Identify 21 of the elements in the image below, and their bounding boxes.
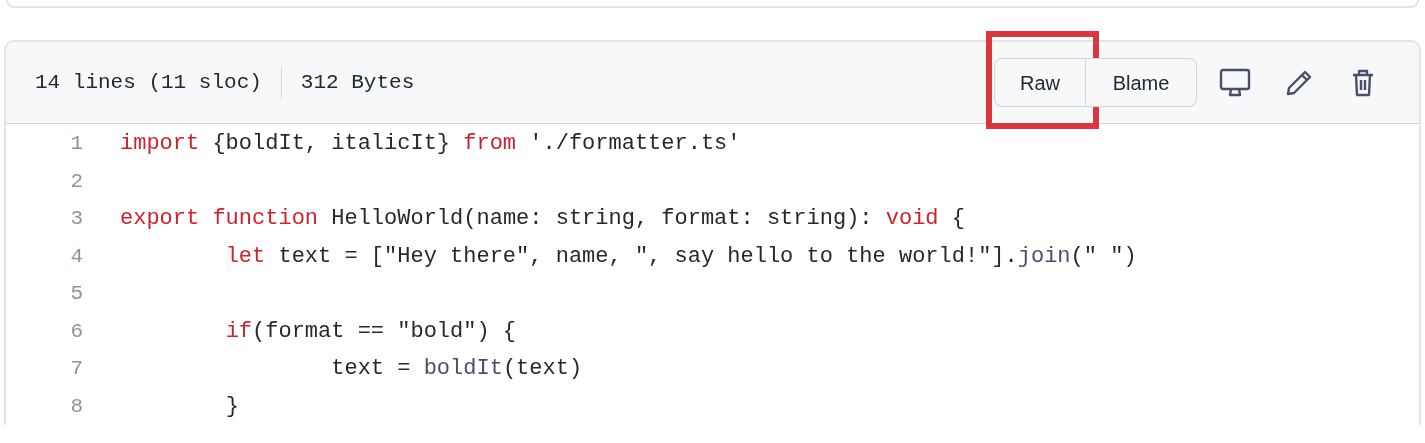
line-number: 3 xyxy=(69,206,84,232)
trash-icon[interactable] xyxy=(1351,68,1375,97)
code-line: import {boldIt, italicIt} from './formatter.ts' xyxy=(120,130,741,159)
code-line: let text = ["Hey there", name, ", say hello to the world!"].join(" ") xyxy=(224,242,1137,271)
line-number: 4 xyxy=(69,243,84,270)
line-number: 1 xyxy=(69,131,84,157)
raw-button[interactable]: Raw xyxy=(994,58,1086,107)
line-number: 5 xyxy=(69,281,84,307)
file-size: 312 Bytes xyxy=(300,69,415,96)
code-line: export function HelloWorld(name: string, format: string): void { xyxy=(120,205,965,234)
line-number: 6 xyxy=(69,318,84,345)
line-number: 7 xyxy=(69,356,84,382)
desktop-icon[interactable] xyxy=(1219,67,1251,98)
pencil-icon[interactable] xyxy=(1285,68,1313,97)
line-number: 8 xyxy=(69,393,84,420)
code-line: if(format == "bold") { xyxy=(224,317,517,346)
blame-button[interactable]: Blame xyxy=(1086,58,1197,107)
code-line: } xyxy=(224,392,239,421)
code-line: text = boldIt(text) xyxy=(330,355,583,384)
line-number: 2 xyxy=(69,168,84,195)
line-count: 14 lines (11 sloc) xyxy=(35,69,262,96)
